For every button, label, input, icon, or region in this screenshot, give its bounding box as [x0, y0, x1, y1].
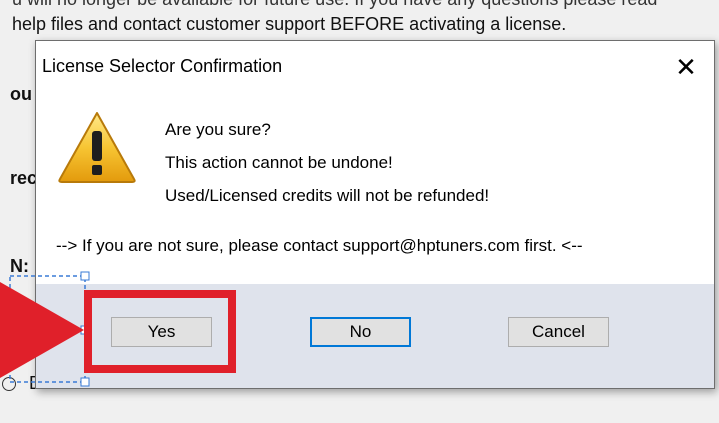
warning-icon [58, 112, 136, 183]
question-text: Are you sure? [165, 120, 271, 139]
undone-warning-text: This action cannot be undone! [165, 153, 393, 172]
license-selector-confirmation-dialog: License Selector Confirmation ✕ Are you … [35, 40, 715, 389]
background-fragment-n: N: [10, 256, 29, 276]
background-instructions-line-2: help files and contact customer support … [12, 14, 567, 34]
background-fragment-ou: ou [10, 84, 32, 104]
close-icon[interactable]: ✕ [675, 52, 697, 83]
background-fragment-rec: rec [10, 168, 38, 188]
radio-circle-icon[interactable] [2, 377, 16, 392]
close-button[interactable]: ✕ [658, 41, 714, 93]
no-button[interactable]: No [310, 317, 411, 347]
cancel-button[interactable]: Cancel [508, 317, 609, 347]
background-instructions-line-1: u will no longer be available for future… [12, 0, 657, 10]
refund-warning-text: Used/Licensed credits will not be refund… [165, 186, 490, 205]
yes-button[interactable]: Yes [111, 317, 212, 347]
contact-support-text: --> If you are not sure, please contact … [56, 236, 583, 255]
dialog-title: License Selector Confirmation [42, 56, 283, 76]
dialog-titlebar: License Selector Confirmation ✕ [36, 41, 714, 93]
